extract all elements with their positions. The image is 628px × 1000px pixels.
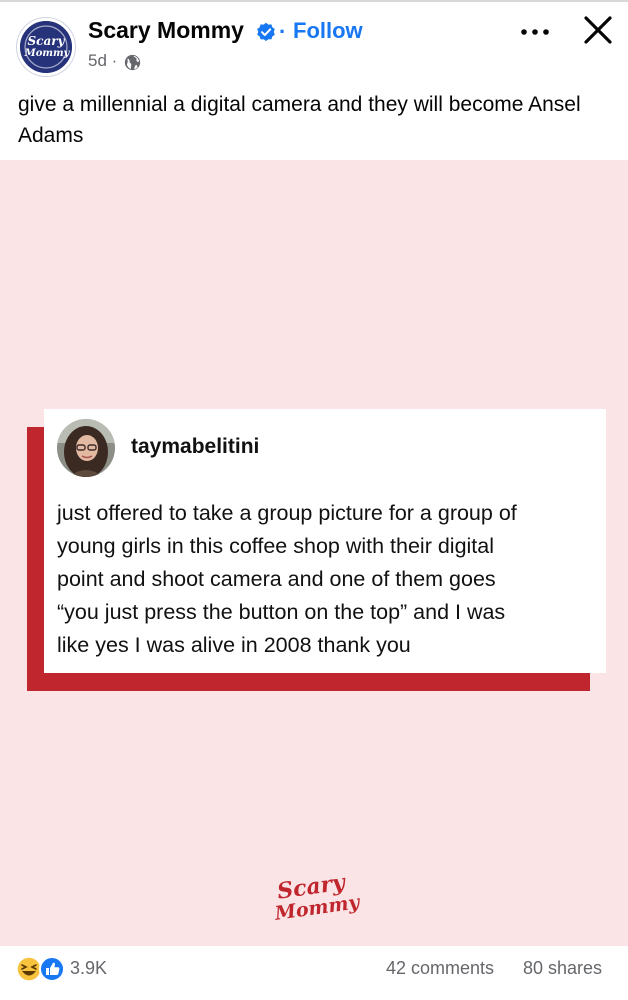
verified-badge-icon: [257, 22, 275, 41]
svg-text:Mommy: Mommy: [24, 48, 71, 59]
page-avatar[interactable]: Scary Mommy: [17, 18, 75, 76]
quote-text-line: “you just press the button on the top” a…: [57, 600, 506, 624]
quote-text-line: point and shoot camera and one of them g…: [57, 567, 496, 591]
quote-text-line: just offered to take a group picture for…: [57, 501, 517, 525]
quote-text-line: young girls in this coffee shop with the…: [57, 534, 495, 558]
scary-mommy-logo-icon: Scary Mommy: [20, 21, 72, 73]
more-options-icon[interactable]: [515, 18, 555, 46]
header-separator: ·: [279, 19, 287, 44]
reaction-icons[interactable]: [16, 955, 68, 983]
close-icon[interactable]: [582, 14, 614, 46]
post-caption: give a millennial a digital camera and t…: [18, 93, 581, 147]
post-time: 5d ·: [88, 51, 118, 70]
globe-icon: [124, 54, 141, 71]
like-reaction-icon: [39, 956, 65, 982]
scary-mommy-brand-logo: Scary Mommy: [273, 869, 363, 922]
reaction-count[interactable]: 3.9K: [70, 958, 107, 979]
tweet-username: taymabelitini: [131, 435, 260, 458]
page-name[interactable]: Scary Mommy: [88, 17, 244, 44]
shares-link[interactable]: 80 shares: [523, 958, 602, 979]
comments-link[interactable]: 42 comments: [386, 958, 494, 979]
user-profile-photo: [57, 419, 115, 477]
quote-text-line: like yes I was alive in 2008 thank you: [57, 633, 411, 657]
follow-button[interactable]: Follow: [293, 18, 363, 44]
quote-text: just offered to take a group picture for…: [57, 497, 597, 662]
svg-text:Scary: Scary: [27, 34, 65, 48]
top-divider: [0, 0, 628, 2]
haha-reaction-icon: [16, 956, 42, 982]
